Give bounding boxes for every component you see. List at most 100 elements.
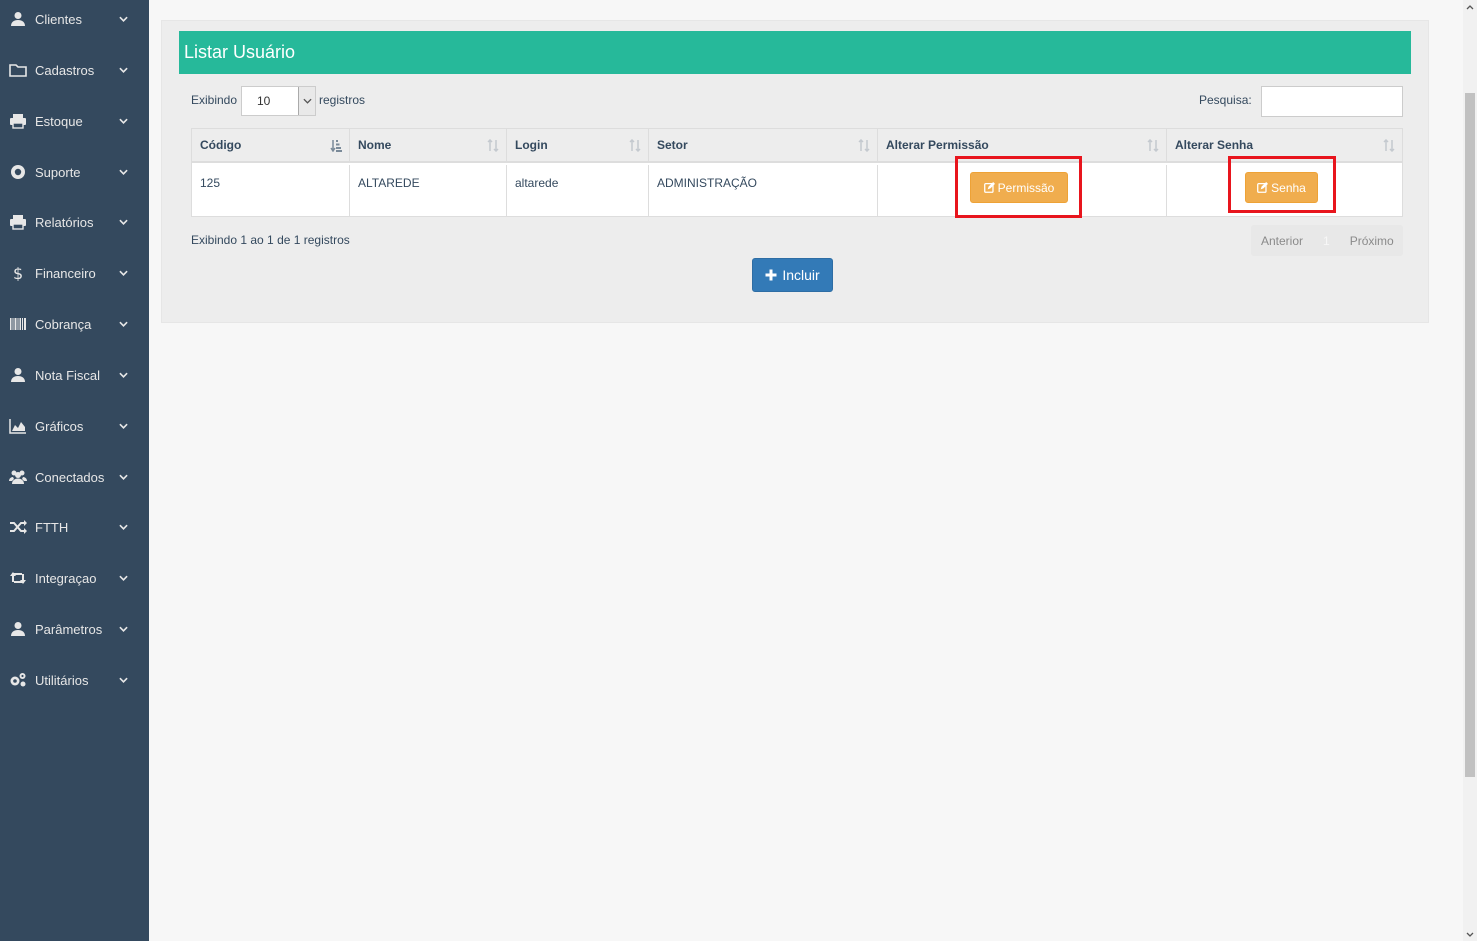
sidebar-item-label: Estoque	[35, 113, 83, 129]
chevron-down-icon	[119, 474, 131, 480]
search-label: Pesquisa:	[1199, 93, 1252, 107]
cell-codigo: 125	[192, 165, 350, 216]
sidebar-item-utilitarios[interactable]: Utilitários	[0, 665, 149, 695]
chevron-down-icon	[119, 524, 131, 530]
sidebar-item-label: Relatórios	[35, 214, 94, 230]
user-icon	[8, 11, 28, 27]
sidebar-item-label: Utilitários	[35, 672, 89, 688]
area-chart-icon	[8, 418, 28, 434]
chevron-down-icon	[119, 219, 131, 225]
sidebar-item-nota-fiscal[interactable]: Nota Fiscal	[0, 360, 149, 390]
sort-icon	[629, 139, 641, 152]
users-icon	[8, 469, 28, 485]
retweet-icon	[8, 570, 28, 586]
page-title: Listar Usuário	[179, 31, 1411, 74]
sidebar-item-relatorios[interactable]: Relatórios	[0, 207, 149, 237]
chevron-down-icon	[119, 270, 131, 276]
length-select[interactable]: 10	[241, 86, 316, 116]
cell-setor: ADMINISTRAÇÃO	[649, 165, 878, 216]
sidebar-item-graficos[interactable]: Gráficos	[0, 411, 149, 441]
pagination-page[interactable]: 1	[1323, 234, 1330, 248]
sort-icon	[1383, 139, 1395, 152]
sidebar-item-clientes[interactable]: Clientes	[0, 4, 149, 34]
chevron-down-icon	[119, 118, 131, 124]
sidebar-item-label: Parâmetros	[35, 621, 103, 637]
column-header-alterar-senha[interactable]: Alterar Senha	[1167, 129, 1402, 163]
user-icon	[8, 367, 28, 383]
sidebar-item-label: Suporte	[35, 164, 81, 180]
length-suffix: registros	[319, 93, 366, 107]
sidebar-item-integracao[interactable]: Integraçao	[0, 563, 149, 593]
cell-login: altarede	[507, 165, 649, 216]
column-header-label: Nome	[358, 138, 392, 152]
printer-icon	[8, 113, 28, 129]
column-header-alterar-permissao[interactable]: Alterar Permissão	[878, 129, 1167, 163]
lifebuoy-icon	[8, 164, 28, 180]
scroll-down-icon[interactable]	[1463, 927, 1477, 941]
sidebar-item-estoque[interactable]: Estoque	[0, 106, 149, 136]
scroll-up-icon[interactable]	[1463, 0, 1477, 14]
pagination-previous[interactable]: Anterior	[1261, 234, 1303, 248]
chevron-down-icon	[119, 423, 131, 429]
column-header-nome[interactable]: Nome	[350, 129, 507, 163]
column-header-setor[interactable]: Setor	[649, 129, 878, 163]
sidebar-item-label: Conectados	[35, 469, 105, 485]
sort-icon	[858, 139, 870, 152]
chevron-down-icon	[119, 677, 131, 683]
sort-icon	[1147, 139, 1159, 152]
permissao-button[interactable]: Permissão	[970, 172, 1068, 203]
chevron-down-icon	[298, 87, 315, 115]
barcode-icon	[8, 316, 28, 332]
column-header-codigo[interactable]: Código	[192, 129, 350, 163]
users-table: Código Nome Login Setor Alterar Permissã…	[191, 128, 1403, 217]
incluir-button[interactable]: Incluir	[752, 258, 833, 292]
sort-amount-asc-icon	[330, 140, 342, 152]
plus-icon	[765, 269, 777, 281]
sidebar-item-ftth[interactable]: FTTH	[0, 512, 149, 542]
svg-text:$: $	[13, 265, 23, 281]
chevron-down-icon	[119, 372, 131, 378]
scrollbar-thumb[interactable]	[1465, 93, 1475, 777]
vertical-scrollbar[interactable]	[1463, 0, 1477, 941]
column-header-label: Setor	[657, 138, 688, 152]
table-info: Exibindo 1 ao 1 de 1 registros	[191, 233, 350, 247]
chevron-down-icon	[119, 321, 131, 327]
chevron-down-icon	[119, 67, 131, 73]
chevron-down-icon	[119, 626, 131, 632]
chevron-down-icon	[119, 169, 131, 175]
column-header-label: Alterar Permissão	[886, 138, 989, 152]
sidebar-item-label: Clientes	[35, 11, 82, 27]
senha-button-label: Senha	[1271, 180, 1306, 195]
sidebar-item-conectados[interactable]: Conectados	[0, 462, 149, 492]
edit-icon	[983, 182, 995, 193]
sidebar-item-parametros[interactable]: Parâmetros	[0, 614, 149, 644]
column-header-login[interactable]: Login	[507, 129, 649, 163]
pagination-next[interactable]: Próximo	[1350, 234, 1394, 248]
cogs-icon	[8, 672, 28, 688]
random-icon	[8, 519, 28, 535]
sidebar-item-cadastros[interactable]: Cadastros	[0, 55, 149, 85]
sidebar-item-financeiro[interactable]: $ Financeiro	[0, 258, 149, 288]
incluir-button-label: Incluir	[782, 267, 820, 283]
column-header-label: Código	[200, 138, 242, 152]
length-select-value: 10	[257, 94, 271, 108]
sidebar: Clientes Cadastros Estoque Suporte Relat…	[0, 0, 149, 941]
sidebar-item-suporte[interactable]: Suporte	[0, 157, 149, 187]
edit-icon	[1257, 182, 1269, 193]
permissao-button-label: Permissão	[997, 180, 1055, 195]
sidebar-item-cobranca[interactable]: Cobrança	[0, 309, 149, 339]
sidebar-item-label: FTTH	[35, 519, 69, 535]
sidebar-item-label: Financeiro	[35, 265, 96, 281]
sort-icon	[487, 139, 499, 152]
sidebar-item-label: Gráficos	[35, 418, 84, 434]
search-input[interactable]	[1261, 86, 1403, 117]
sidebar-item-label: Integraçao	[35, 570, 97, 586]
senha-button[interactable]: Senha	[1245, 172, 1318, 203]
user-icon	[8, 621, 28, 637]
folder-icon	[8, 62, 28, 78]
column-header-label: Login	[515, 138, 548, 152]
sidebar-item-label: Cobrança	[35, 316, 92, 332]
printer-icon	[8, 214, 28, 230]
pagination: Anterior 1 Próximo	[1251, 225, 1403, 256]
cell-nome: ALTAREDE	[350, 165, 507, 216]
